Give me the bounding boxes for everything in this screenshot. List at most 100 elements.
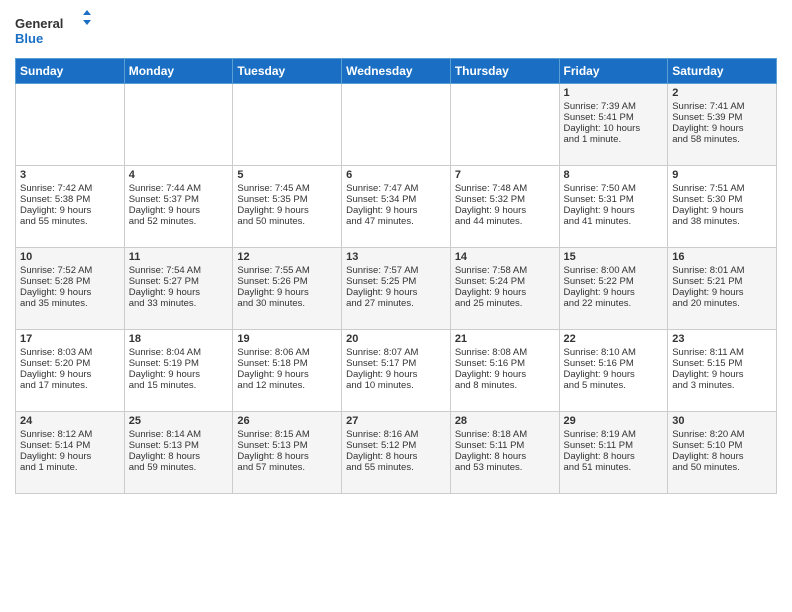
day-info-line: and 20 minutes.	[672, 298, 772, 309]
calendar-cell: 1Sunrise: 7:39 AMSunset: 5:41 PMDaylight…	[559, 84, 668, 166]
day-info-line: Daylight: 9 hours	[20, 369, 120, 380]
day-info-line: Daylight: 9 hours	[455, 205, 555, 216]
day-info-line: Daylight: 9 hours	[455, 369, 555, 380]
calendar-cell: 2Sunrise: 7:41 AMSunset: 5:39 PMDaylight…	[668, 84, 777, 166]
day-info-line: Daylight: 9 hours	[237, 287, 337, 298]
day-number: 13	[346, 251, 446, 263]
weekday-header-row: SundayMondayTuesdayWednesdayThursdayFrid…	[16, 59, 777, 84]
day-info-line: and 8 minutes.	[455, 380, 555, 391]
calendar-cell	[342, 84, 451, 166]
weekday-header: Sunday	[16, 59, 125, 84]
calendar-cell: 9Sunrise: 7:51 AMSunset: 5:30 PMDaylight…	[668, 166, 777, 248]
calendar-table: SundayMondayTuesdayWednesdayThursdayFrid…	[15, 58, 777, 494]
day-info-line: Daylight: 9 hours	[129, 205, 229, 216]
calendar-cell: 10Sunrise: 7:52 AMSunset: 5:28 PMDayligh…	[16, 248, 125, 330]
day-info-line: and 5 minutes.	[564, 380, 664, 391]
day-info-line: and 52 minutes.	[129, 216, 229, 227]
calendar-cell: 24Sunrise: 8:12 AMSunset: 5:14 PMDayligh…	[16, 412, 125, 494]
day-number: 9	[672, 169, 772, 181]
day-info-line: Sunset: 5:16 PM	[455, 358, 555, 369]
calendar-cell	[124, 84, 233, 166]
day-number: 15	[564, 251, 664, 263]
day-info-line: Sunrise: 8:19 AM	[564, 429, 664, 440]
day-number: 27	[346, 415, 446, 427]
calendar-cell	[16, 84, 125, 166]
day-info-line: Daylight: 9 hours	[564, 287, 664, 298]
day-info-line: Sunset: 5:30 PM	[672, 194, 772, 205]
day-info-line: Sunset: 5:28 PM	[20, 276, 120, 287]
day-info-line: Sunset: 5:25 PM	[346, 276, 446, 287]
day-info-line: Sunset: 5:26 PM	[237, 276, 337, 287]
day-info-line: and 1 minute.	[20, 462, 120, 473]
day-info-line: Sunset: 5:38 PM	[20, 194, 120, 205]
calendar-cell: 15 Sunrise: 8:00 AMSunset: 5:22 PMDayligh…	[559, 248, 668, 330]
calendar-cell	[450, 84, 559, 166]
day-info-line: and 30 minutes.	[237, 298, 337, 309]
calendar-cell: 17Sunrise: 8:03 AMSunset: 5:20 PMDayligh…	[16, 330, 125, 412]
day-info-line: and 57 minutes.	[237, 462, 337, 473]
day-info-line: Sunset: 5:27 PM	[129, 276, 229, 287]
day-info-line: Sunset: 5:14 PM	[20, 440, 120, 451]
day-info-line: Sunrise: 8:12 AM	[20, 429, 120, 440]
day-info-line: Sunrise: 7:54 AM	[129, 265, 229, 276]
day-number: 7	[455, 169, 555, 181]
day-info-line: Sunset: 5:15 PM	[672, 358, 772, 369]
calendar-cell: 23Sunrise: 8:11 AMSunset: 5:15 PMDayligh…	[668, 330, 777, 412]
day-info-line: and 47 minutes.	[346, 216, 446, 227]
day-info-line: Sunrise: 8:01 AM	[672, 265, 772, 276]
day-info-line: Sunrise: 7:51 AM	[672, 183, 772, 194]
day-number: 19	[237, 333, 337, 345]
day-info-line: Sunrise: 8:06 AM	[237, 347, 337, 358]
day-info-line: Sunset: 5:34 PM	[346, 194, 446, 205]
day-number: 21	[455, 333, 555, 345]
day-info-line: and 25 minutes.	[455, 298, 555, 309]
day-info-line: and 50 minutes.	[672, 462, 772, 473]
day-info-line: Sunset: 5:20 PM	[20, 358, 120, 369]
day-info-line: Daylight: 9 hours	[20, 451, 120, 462]
day-info-line: and 38 minutes.	[672, 216, 772, 227]
day-info-line: and 41 minutes.	[564, 216, 664, 227]
day-info-line: Sunset: 5:10 PM	[672, 440, 772, 451]
day-info-line: Sunset: 5:41 PM	[564, 112, 664, 123]
calendar-cell: 26Sunrise: 8:15 AMSunset: 5:13 PMDayligh…	[233, 412, 342, 494]
day-info-line: Sunrise: 7:45 AM	[237, 183, 337, 194]
day-info-line: Sunrise: 8:03 AM	[20, 347, 120, 358]
day-info-line: Daylight: 9 hours	[20, 205, 120, 216]
day-number: 8	[564, 169, 664, 181]
calendar-cell	[233, 84, 342, 166]
day-info-line: Sunset: 5:32 PM	[455, 194, 555, 205]
day-info-line: Sunrise: 8:00 AM	[564, 265, 664, 276]
day-number: 26	[237, 415, 337, 427]
day-info-line: Daylight: 8 hours	[564, 451, 664, 462]
calendar-cell: 22Sunrise: 8:10 AMSunset: 5:16 PMDayligh…	[559, 330, 668, 412]
weekday-header: Wednesday	[342, 59, 451, 84]
weekday-header: Monday	[124, 59, 233, 84]
day-info-line: Sunrise: 7:58 AM	[455, 265, 555, 276]
calendar-cell: 21Sunrise: 8:08 AMSunset: 5:16 PMDayligh…	[450, 330, 559, 412]
day-number: 18	[129, 333, 229, 345]
day-number: 28	[455, 415, 555, 427]
calendar-cell: 30Sunrise: 8:20 AMSunset: 5:10 PMDayligh…	[668, 412, 777, 494]
day-info-line: Sunset: 5:12 PM	[346, 440, 446, 451]
day-info-line: Sunrise: 8:18 AM	[455, 429, 555, 440]
day-number: 25	[129, 415, 229, 427]
calendar-cell: 3Sunrise: 7:42 AMSunset: 5:38 PMDaylight…	[16, 166, 125, 248]
day-info-line: Sunrise: 8:07 AM	[346, 347, 446, 358]
calendar-cell: 18Sunrise: 8:04 AMSunset: 5:19 PMDayligh…	[124, 330, 233, 412]
calendar-cell: 7Sunrise: 7:48 AMSunset: 5:32 PMDaylight…	[450, 166, 559, 248]
day-info-line: and 3 minutes.	[672, 380, 772, 391]
logo-svg: General Blue	[15, 10, 95, 50]
day-info-line: Sunset: 5:22 PM	[564, 276, 664, 287]
day-info-line: Daylight: 8 hours	[346, 451, 446, 462]
day-number: 3	[20, 169, 120, 181]
day-info-line: and 33 minutes.	[129, 298, 229, 309]
day-info-line: Sunset: 5:11 PM	[455, 440, 555, 451]
calendar-week-row: 3Sunrise: 7:42 AMSunset: 5:38 PMDaylight…	[16, 166, 777, 248]
day-number: 11	[129, 251, 229, 263]
day-info-line: and 59 minutes.	[129, 462, 229, 473]
day-info-line: Sunset: 5:31 PM	[564, 194, 664, 205]
day-info-line: Daylight: 9 hours	[672, 369, 772, 380]
calendar-cell: 25Sunrise: 8:14 AMSunset: 5:13 PMDayligh…	[124, 412, 233, 494]
day-info-line: and 12 minutes.	[237, 380, 337, 391]
calendar-cell: 28Sunrise: 8:18 AMSunset: 5:11 PMDayligh…	[450, 412, 559, 494]
